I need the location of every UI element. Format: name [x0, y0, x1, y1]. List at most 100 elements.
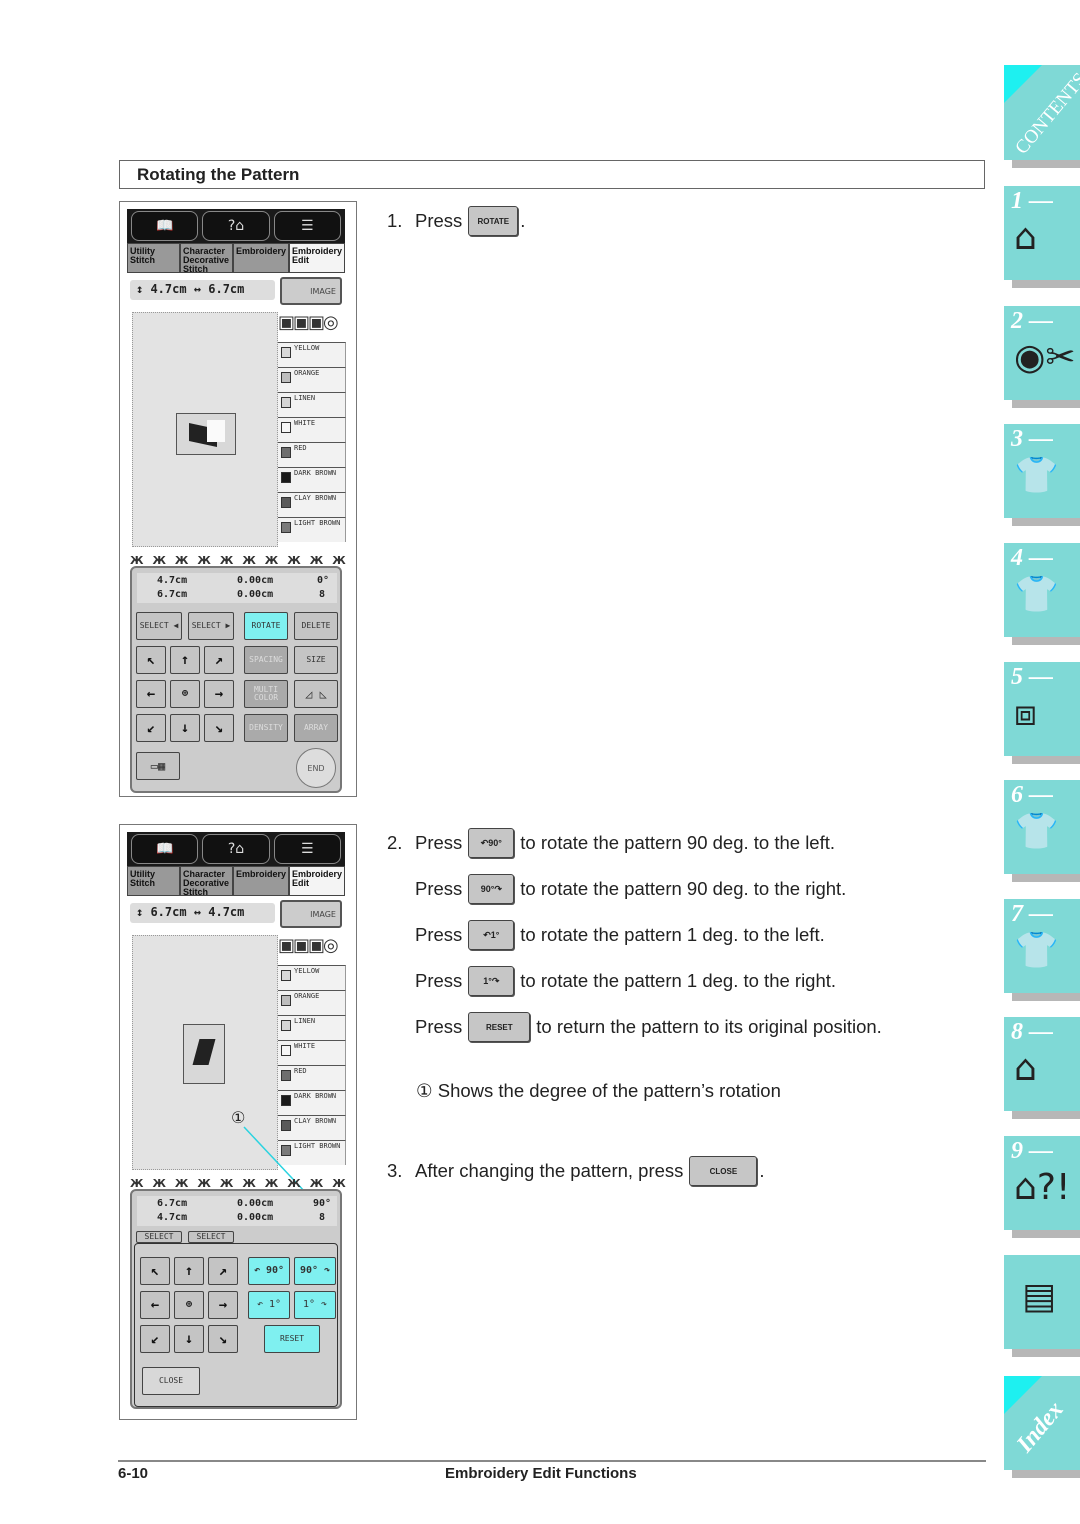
move-up-right-arrow-icon[interactable]: ↗ — [208, 1257, 238, 1285]
step-1: 1. Press ROTATE . — [387, 206, 525, 236]
settings-list-icon[interactable]: ☰ — [273, 211, 341, 241]
step-number: 1. — [387, 210, 403, 231]
rotate-right-90-button[interactable]: 90° ↷ — [294, 1257, 336, 1285]
embroidery-hoop-icon: ⧈ — [1014, 693, 1037, 734]
side-tab-index[interactable]: Index — [1004, 1376, 1080, 1478]
rotate-left-90-button[interactable]: ↶ 90° — [248, 1257, 290, 1285]
tab-character[interactable]: Character Decorative Stitch — [179, 866, 233, 897]
tab-embroidery[interactable]: Embroidery — [232, 866, 289, 896]
move-down-left-arrow-icon[interactable]: ↙ — [140, 1325, 170, 1353]
step-2-line-4: Press 1°↷ to rotate the pattern 1 deg. t… — [387, 966, 836, 996]
array-button[interactable]: ARRAY — [294, 714, 338, 742]
end-button[interactable]: END — [296, 748, 336, 788]
thread-color-item[interactable]: ORANGE — [278, 990, 346, 1015]
move-down-arrow-icon[interactable]: ↓ — [170, 714, 200, 742]
thread-color-item[interactable]: DARK BROWN — [278, 467, 346, 492]
thread-color-item[interactable]: WHITE — [278, 417, 346, 442]
tab-shadow — [1012, 1230, 1080, 1238]
size-display: ↕ 6.7cm ↔ 4.7cm — [130, 903, 275, 923]
reset-button[interactable]: RESET — [264, 1325, 320, 1353]
step-text-post: to rotate the pattern 1 deg. to the left… — [520, 924, 825, 945]
hoop-layout-icon[interactable]: ▭▦ — [136, 752, 180, 780]
side-tab-chapter-1[interactable]: 1 — ⌂ — [1004, 186, 1080, 288]
thread-color-item[interactable]: LIGHT BROWN — [278, 517, 346, 542]
multi-color-button[interactable]: MULTI COLOR — [244, 680, 288, 708]
close-button[interactable]: CLOSE — [142, 1367, 200, 1395]
size-button[interactable]: SIZE — [294, 646, 338, 674]
size-display: ↕ 4.7cm ↔ 6.7cm — [130, 280, 275, 300]
thread-color-item[interactable]: WHITE — [278, 1040, 346, 1065]
thread-spool-icon — [281, 1120, 291, 1131]
center-icon[interactable]: ⊕ — [170, 680, 200, 708]
center-icon[interactable]: ⊕ — [174, 1291, 204, 1319]
settings-list-icon[interactable]: ☰ — [273, 834, 341, 864]
tab-utility[interactable]: Utility Stitch — [127, 243, 180, 273]
side-tab-chapter-8[interactable]: 8 — ⌂ — [1004, 1017, 1080, 1119]
image-button[interactable]: IMAGE — [280, 900, 342, 928]
rotate-right-1-button[interactable]: 1° ↷ — [294, 1291, 336, 1319]
thread-color-item[interactable]: RED — [278, 1065, 346, 1090]
book-icon[interactable]: 📖 — [131, 211, 199, 241]
tab-shadow — [1012, 160, 1080, 168]
side-tab-chapter-2[interactable]: 2 — ◉✂ — [1004, 306, 1080, 408]
select-left-button[interactable]: SELECT ◀ — [136, 612, 182, 640]
spacing-button[interactable]: SPACING — [244, 646, 288, 674]
move-down-right-arrow-icon[interactable]: ↘ — [204, 714, 234, 742]
move-down-left-arrow-icon[interactable]: ↙ — [136, 714, 166, 742]
move-up-arrow-icon[interactable]: ↑ — [174, 1257, 204, 1285]
thread-color-item[interactable]: YELLOW — [278, 965, 346, 990]
thread-color-item[interactable]: LINEN — [278, 1015, 346, 1040]
select-right-button[interactable]: SELECT ▶ — [188, 612, 234, 640]
width-readout: 6.7cm — [157, 589, 188, 600]
sewing-machine-icon: ⌂ — [1014, 217, 1037, 258]
move-up-left-arrow-icon[interactable]: ↖ — [136, 646, 166, 674]
thread-color-item[interactable]: CLAY BROWN — [278, 492, 346, 517]
tab-utility[interactable]: Utility Stitch — [127, 866, 180, 896]
step-text-post: to rotate the pattern 90 deg. to the lef… — [520, 832, 836, 853]
tab-embroidery[interactable]: Embroidery — [232, 243, 289, 273]
book-icon[interactable]: 📖 — [131, 834, 199, 864]
mirror-button[interactable]: ◿ ◺ — [294, 680, 338, 708]
thread-color-item[interactable]: CLAY BROWN — [278, 1115, 346, 1140]
move-left-arrow-icon[interactable]: ← — [140, 1291, 170, 1319]
move-up-left-arrow-icon[interactable]: ↖ — [140, 1257, 170, 1285]
rotate-button[interactable]: ROTATE — [244, 612, 288, 640]
thread-color-item[interactable]: RED — [278, 442, 346, 467]
help-machine-icon[interactable]: ?⌂ — [202, 211, 270, 241]
move-down-arrow-icon[interactable]: ↓ — [174, 1325, 204, 1353]
move-right-arrow-icon[interactable]: → — [204, 680, 234, 708]
thread-color-item[interactable]: LINEN — [278, 392, 346, 417]
move-up-arrow-icon[interactable]: ↑ — [170, 646, 200, 674]
side-tab-chapter-3[interactable]: 3 — 👕 — [1004, 424, 1080, 526]
side-tab-chapter-5[interactable]: 5 — ⧈ — [1004, 662, 1080, 764]
image-button[interactable]: IMAGE — [280, 277, 342, 305]
move-up-right-arrow-icon[interactable]: ↗ — [204, 646, 234, 674]
side-tab-chapter-6[interactable]: 6 — 👕 — [1004, 780, 1080, 882]
tab-embroidery-edit[interactable]: Embroidery Edit — [288, 866, 345, 896]
side-tab-documents[interactable]: ▤ — [1004, 1255, 1080, 1357]
tab-embroidery-edit[interactable]: Embroidery Edit — [288, 243, 345, 273]
side-tab-chapter-4[interactable]: 4 — 👕 — [1004, 543, 1080, 645]
help-machine-icon[interactable]: ?⌂ — [202, 834, 270, 864]
move-left-arrow-icon[interactable]: ← — [136, 680, 166, 708]
thread-color-label: RED — [294, 444, 307, 452]
thread-color-item[interactable]: DARK BROWN — [278, 1090, 346, 1115]
side-tab-chapter-7[interactable]: 7 — 👕 — [1004, 899, 1080, 1001]
edit-control-panel: 4.7cm 0.00cm 0° 6.7cm 0.00cm 8 SELECT ◀ SELEC… — [130, 566, 342, 793]
side-tab-chapter-9[interactable]: 9 — ⌂?! — [1004, 1136, 1080, 1238]
tab-character[interactable]: Character Decorative Stitch — [179, 243, 233, 274]
thread-color-item[interactable]: LIGHT BROWN — [278, 1140, 346, 1165]
chapter-number: 2 — — [1011, 308, 1053, 334]
move-right-arrow-icon[interactable]: → — [208, 1291, 238, 1319]
select-right-button[interactable]: SELECT — [188, 1231, 234, 1243]
thread-color-item[interactable]: YELLOW — [278, 342, 346, 367]
select-left-button[interactable]: SELECT — [136, 1231, 182, 1243]
thread-color-item[interactable]: ORANGE — [278, 367, 346, 392]
delete-button[interactable]: DELETE — [294, 612, 338, 640]
thread-spool-icon — [281, 1145, 291, 1156]
callout-marker: ① — [231, 1108, 246, 1127]
density-button[interactable]: DENSITY — [244, 714, 288, 742]
move-down-right-arrow-icon[interactable]: ↘ — [208, 1325, 238, 1353]
rotate-left-1-button[interactable]: ↶ 1° — [248, 1291, 290, 1319]
side-tab-contents[interactable]: CONTENTS — [1004, 65, 1080, 168]
